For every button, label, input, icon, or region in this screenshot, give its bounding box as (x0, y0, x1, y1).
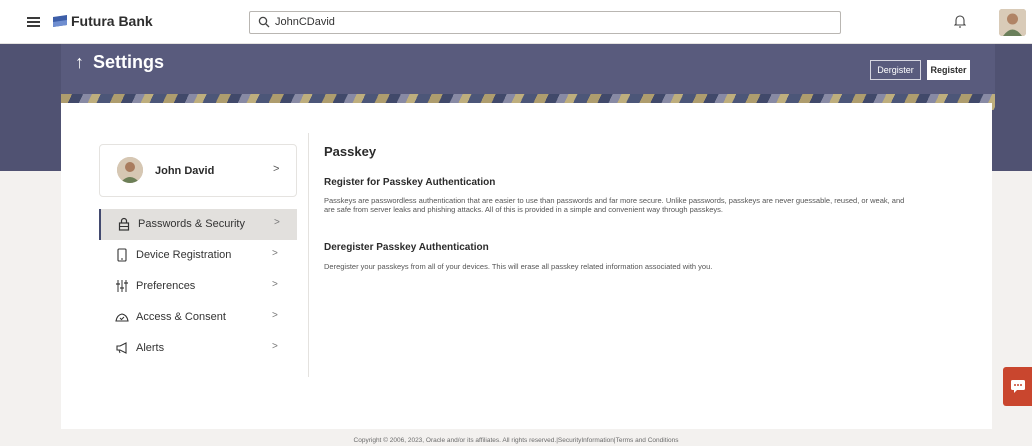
deregister-heading: Deregister Passkey Authentication (324, 242, 489, 253)
menu-item-label: Device Registration (136, 249, 232, 261)
chevron-right-icon: > (272, 248, 278, 259)
search-icon (258, 16, 270, 28)
chevron-right-icon: > (274, 217, 280, 228)
register-description: Passkeys are passwordless authentication… (324, 196, 905, 214)
settings-menu: Passwords & Security > Device Registrati… (99, 209, 297, 364)
menu-item-label: Access & Consent (136, 311, 226, 323)
menu-item-passwords-security[interactable]: Passwords & Security > (99, 209, 297, 240)
chevron-right-icon: > (272, 279, 278, 290)
menu-item-label: Preferences (136, 280, 196, 292)
sliders-icon (116, 280, 128, 292)
search-value: JohnCDavid (275, 16, 335, 28)
menu-item-access-consent[interactable]: Access & Consent > (99, 302, 297, 333)
phone-icon (117, 248, 127, 262)
menu-item-device-registration[interactable]: Device Registration > (99, 240, 297, 271)
bank-logo-icon (53, 15, 67, 27)
top-nav: Futura Bank JohnCDavid (0, 0, 1032, 44)
page-title: ↑ Settings (75, 52, 164, 73)
user-avatar[interactable] (999, 9, 1026, 36)
divider (308, 133, 309, 377)
profile-avatar (117, 157, 143, 183)
avatar-image (999, 9, 1026, 36)
profile-card[interactable]: John David > (99, 144, 297, 197)
deregister-description: Deregister your passkeys from all of you… (324, 262, 713, 271)
search-input[interactable]: JohnCDavid (249, 11, 841, 34)
register-heading: Register for Passkey Authentication (324, 177, 496, 188)
menu-icon[interactable] (27, 17, 40, 27)
section-heading: Passkey (324, 144, 377, 159)
register-button[interactable]: Register (927, 60, 970, 80)
menu-item-preferences[interactable]: Preferences > (99, 271, 297, 302)
chat-icon (1011, 380, 1025, 393)
profile-name: John David (155, 165, 215, 177)
menu-item-alerts[interactable]: Alerts > (99, 333, 297, 364)
deregister-button[interactable]: Dergister (870, 60, 921, 80)
footer-copyright: Copyright © 2006, 2023, Oracle and/or it… (353, 437, 679, 444)
menu-item-label: Passwords & Security (138, 218, 245, 230)
chat-button[interactable] (1003, 367, 1032, 406)
menu-item-label: Alerts (136, 342, 165, 354)
chevron-right-icon: > (273, 163, 280, 175)
hand-icon (115, 313, 129, 322)
back-arrow-icon[interactable]: ↑ (75, 52, 84, 72)
megaphone-icon (116, 342, 127, 354)
page-title-text: Settings (93, 52, 165, 72)
passkey-panel: Passkey Register for Passkey Authenticat… (324, 144, 924, 271)
lock-icon (118, 217, 130, 231)
bell-icon[interactable] (954, 14, 966, 28)
chevron-right-icon: > (272, 341, 278, 352)
chevron-right-icon: > (272, 310, 278, 321)
brand-name[interactable]: Futura Bank (71, 13, 153, 29)
